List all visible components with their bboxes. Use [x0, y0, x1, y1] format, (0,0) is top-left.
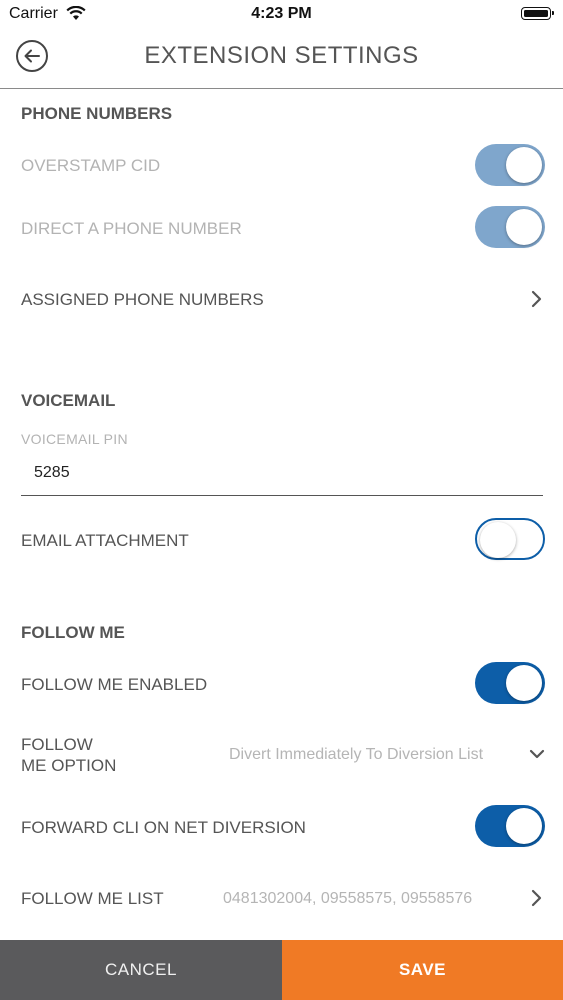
- email-attachment-label: EMAIL ATTACHMENT: [21, 531, 189, 550]
- section-header-phone-numbers: PHONE NUMBERS: [21, 104, 173, 123]
- toggle-knob: [480, 522, 516, 558]
- battery-icon: [521, 7, 554, 20]
- overstamp-cid-label: OVERSTAMP CID: [21, 156, 161, 175]
- page-title: EXTENSION SETTINGS: [144, 42, 419, 69]
- forward-cli-toggle[interactable]: [475, 805, 545, 847]
- follow-me-list-value[interactable]: 0481302004, 09558575, 09558576: [223, 890, 472, 908]
- follow-me-option-label: FOLLOW ME OPTION: [21, 734, 116, 776]
- toggle-knob: [506, 147, 542, 183]
- assigned-phone-numbers-label[interactable]: ASSIGNED PHONE NUMBERS: [21, 290, 264, 310]
- cancel-button[interactable]: CANCEL: [0, 940, 282, 1000]
- direct-phone-number-label: DIRECT A PHONE NUMBER: [21, 219, 242, 238]
- status-bar: Carrier 4:23 PM: [0, 0, 563, 30]
- follow-me-option-label-line1: FOLLOW: [21, 735, 93, 754]
- toggle-knob: [506, 209, 542, 245]
- voicemail-pin-label: VOICEMAIL PIN: [21, 431, 128, 447]
- bottom-action-bar: CANCEL SAVE: [0, 940, 563, 1000]
- navigation-bar: EXTENSION SETTINGS: [0, 30, 563, 89]
- forward-cli-label: FORWARD CLI ON NET DIVERSION: [21, 818, 306, 837]
- direct-phone-number-toggle[interactable]: [475, 206, 545, 248]
- toggle-knob: [506, 665, 542, 701]
- section-header-voicemail: VOICEMAIL: [21, 391, 116, 410]
- chevron-down-icon[interactable]: [528, 747, 546, 761]
- follow-me-option-label-line2: ME OPTION: [21, 756, 117, 775]
- chevron-right-icon[interactable]: [529, 289, 543, 309]
- save-button[interactable]: SAVE: [282, 940, 563, 1000]
- section-header-follow-me: FOLLOW ME: [21, 623, 125, 642]
- overstamp-cid-toggle[interactable]: [475, 144, 545, 186]
- follow-me-list-label[interactable]: FOLLOW ME LIST: [21, 889, 164, 909]
- follow-me-enabled-toggle[interactable]: [475, 662, 545, 704]
- email-attachment-toggle[interactable]: [475, 518, 545, 560]
- chevron-right-icon[interactable]: [529, 888, 543, 908]
- follow-me-enabled-label: FOLLOW ME ENABLED: [21, 675, 208, 694]
- follow-me-option-value[interactable]: Divert Immediately To Diversion List: [229, 746, 483, 764]
- voicemail-pin-input[interactable]: [21, 450, 543, 496]
- toggle-knob: [506, 808, 542, 844]
- status-time: 4:23 PM: [251, 5, 312, 22]
